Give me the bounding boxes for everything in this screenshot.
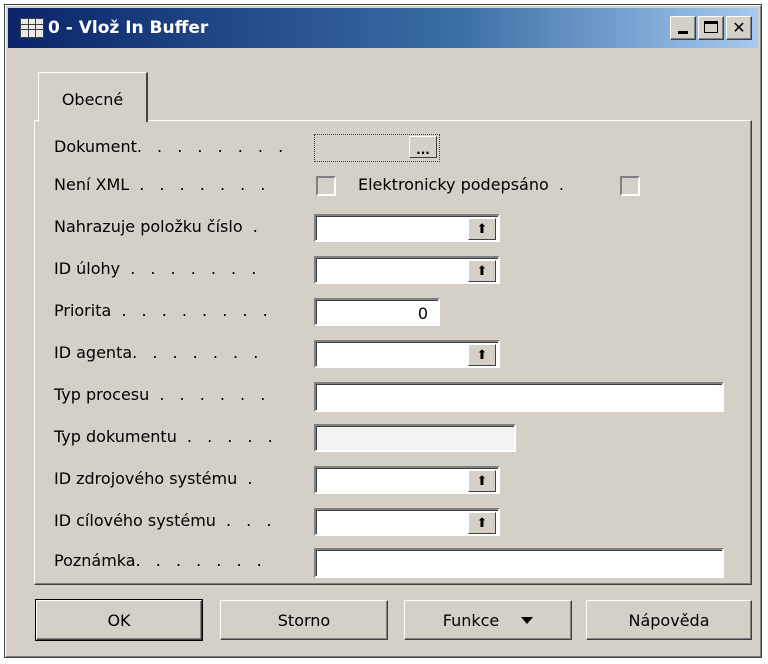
id-zdroj-label: ID zdrojového systému . [54, 469, 258, 488]
funkce-button[interactable]: Funkce [404, 600, 572, 640]
priorita-input[interactable]: 0 [314, 298, 440, 326]
typ-procesu-label: Typ procesu . . . . . . [54, 385, 271, 404]
neni-xml-checkbox[interactable] [316, 176, 336, 196]
nahrazuje-label: Nahrazuje položku číslo . [54, 217, 263, 236]
close-button[interactable] [726, 16, 752, 40]
id-zdroj-input[interactable]: ⬆ [314, 466, 500, 494]
up-arrow-lookup-icon[interactable]: ⬆ [468, 260, 496, 282]
tab-label: Obecné [61, 90, 124, 109]
up-arrow-lookup-icon[interactable]: ⬆ [468, 344, 496, 366]
up-arrow-lookup-icon[interactable]: ⬆ [468, 218, 496, 240]
dokument-field[interactable]: ... [314, 134, 440, 162]
dokument-label: Dokument. . . . . . . . [54, 137, 289, 156]
typ-dokumentu-label: Typ dokumentu . . . . . [54, 427, 278, 446]
id-ulohy-input[interactable]: ⬆ [314, 256, 500, 284]
id-agenta-label: ID agenta. . . . . . . [54, 343, 264, 362]
priorita-label: Priorita . . . . . . . . [54, 301, 273, 320]
title-bar[interactable]: 0 - Vlož In Buffer [8, 8, 758, 48]
minimize-button[interactable] [670, 16, 696, 40]
tab-obecne[interactable]: Obecné [38, 72, 148, 122]
typ-procesu-input[interactable] [314, 382, 724, 412]
id-agenta-input[interactable]: ⬆ [314, 340, 500, 368]
up-arrow-lookup-icon[interactable]: ⬆ [468, 470, 496, 492]
id-cil-label: ID cílového systému . . . [54, 511, 277, 530]
elektronicky-label: Elektronicky podepsáno . [358, 175, 569, 194]
neni-xml-label: Není XML . . . . . . . [54, 175, 271, 194]
form-icon [20, 18, 44, 38]
assist-edit-button[interactable]: ... [409, 136, 437, 158]
id-ulohy-label: ID úlohy . . . . . . . [54, 259, 262, 278]
elektronicky-checkbox[interactable] [620, 176, 640, 196]
id-cil-input[interactable]: ⬆ [314, 508, 500, 536]
napoveda-button[interactable]: Nápověda [586, 600, 752, 640]
window-title: 0 - Vlož In Buffer [48, 18, 209, 38]
storno-button[interactable]: Storno [220, 600, 388, 640]
poznamka-label: Poznámka. . . . . . . [54, 551, 267, 570]
typ-dokumentu-input[interactable] [314, 424, 516, 452]
poznamka-input[interactable] [314, 548, 724, 578]
maximize-button[interactable] [698, 16, 724, 40]
up-arrow-lookup-icon[interactable]: ⬆ [468, 512, 496, 534]
window-controls [670, 16, 752, 40]
chevron-down-icon [521, 616, 534, 624]
nahrazuje-input[interactable]: ⬆ [314, 214, 500, 242]
ok-button[interactable]: OK [35, 599, 203, 641]
